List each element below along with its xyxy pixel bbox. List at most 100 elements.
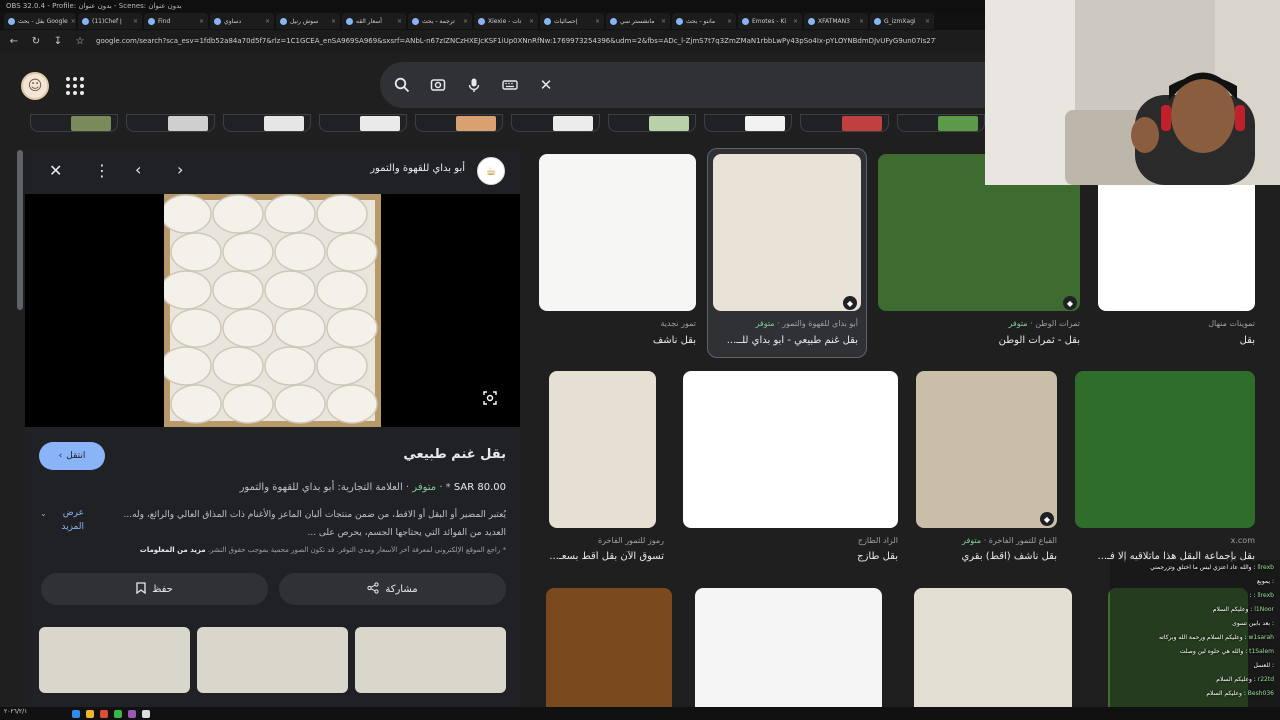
tab-favicon-icon [742, 17, 749, 25]
result-title[interactable]: بقل طازج [857, 551, 898, 562]
close-tab-icon[interactable]: × [595, 18, 600, 25]
browser-tab[interactable]: Emotes - Ki × [738, 13, 802, 29]
taskbar-app-icon[interactable] [128, 709, 136, 718]
close-preview-icon[interactable]: ✕ [49, 161, 62, 180]
microphone-icon[interactable] [466, 77, 482, 93]
taskbar-app-icon[interactable] [86, 709, 94, 718]
browser-tab[interactable]: مانشستر سي × [606, 13, 670, 29]
clear-search-icon[interactable]: ✕ [538, 76, 554, 94]
close-tab-icon[interactable]: × [71, 18, 76, 25]
related-chip[interactable] [511, 114, 600, 132]
close-tab-icon[interactable]: × [925, 18, 930, 25]
taskbar-app-icon[interactable] [114, 709, 122, 718]
reload-icon[interactable]: ↻ [30, 36, 42, 47]
result-image[interactable] [549, 371, 656, 528]
search-box[interactable]: ✕ [380, 62, 985, 108]
browser-tab[interactable]: سوش رنيل × [276, 13, 340, 29]
result-image[interactable] [683, 371, 898, 528]
close-tab-icon[interactable]: × [199, 18, 204, 25]
result-image[interactable] [916, 371, 1057, 528]
result-title[interactable]: بقل ناشف [653, 335, 696, 346]
related-chip[interactable] [222, 114, 311, 132]
site-favicon[interactable]: ☕ [477, 157, 505, 185]
result-image[interactable] [695, 588, 882, 720]
keyboard-icon[interactable] [502, 77, 518, 93]
result-stock: متوفر [1008, 319, 1028, 328]
download-icon[interactable]: ↧ [52, 36, 64, 47]
close-tab-icon[interactable]: × [661, 18, 666, 25]
result-source[interactable]: تموينات منهال [1208, 319, 1255, 328]
result-title[interactable]: بقل غنم طبيعي - أبو بداي للــ... [727, 335, 858, 346]
close-tab-icon[interactable]: × [133, 18, 138, 25]
result-source[interactable]: تمرات الوطن · متوفر [1008, 319, 1080, 328]
next-result-icon[interactable]: › [177, 160, 183, 179]
result-image[interactable] [546, 588, 672, 720]
result-source[interactable]: تمور نجدية [661, 319, 697, 328]
previous-result-icon[interactable]: ‹ [135, 160, 141, 179]
save-button[interactable]: حفظ [41, 573, 268, 605]
bookmark-icon[interactable]: ☆ [74, 36, 86, 47]
visual-search-icon[interactable] [480, 388, 500, 408]
browser-tab[interactable]: دساوي × [210, 13, 274, 29]
taskbar-app-icon[interactable] [100, 709, 108, 718]
related-thumbnail[interactable] [355, 627, 506, 693]
related-chip[interactable] [318, 114, 408, 132]
site-name[interactable]: أبو بداي للقهوة والتمور [370, 163, 465, 174]
related-chip[interactable] [704, 114, 793, 132]
result-title[interactable]: بقل [1240, 335, 1255, 346]
related-thumbnail[interactable] [197, 627, 348, 693]
apps-grid-icon[interactable] [64, 75, 84, 95]
result-source[interactable]: أبو بداي للقهوة والتمور · متوفر [755, 319, 858, 328]
related-chip[interactable] [607, 114, 697, 132]
browser-tab[interactable]: إحصائيات × [540, 13, 604, 29]
result-source[interactable]: رموز للتمور الفاخرة [598, 536, 664, 545]
browser-tab[interactable]: XFATMAN3 × [804, 13, 868, 29]
taskbar-app-icon[interactable] [72, 709, 80, 718]
address-bar[interactable]: google.com/search?sca_esv=1fdb52a84a70d5… [96, 37, 936, 45]
browser-tab[interactable]: Xiexie - تات × [474, 13, 538, 29]
share-button[interactable]: مشاركة [279, 573, 506, 605]
related-chip[interactable] [415, 114, 504, 132]
close-tab-icon[interactable]: × [793, 18, 798, 25]
browser-tab[interactable]: ماننو - بحث × [672, 13, 736, 29]
account-avatar[interactable]: ☺ [21, 72, 49, 100]
close-tab-icon[interactable]: × [331, 18, 336, 25]
result-source[interactable]: الزاد الطازج [858, 536, 898, 545]
close-tab-icon[interactable]: × [265, 18, 270, 25]
lens-icon[interactable] [430, 77, 446, 93]
related-chip[interactable] [896, 114, 985, 132]
result-image[interactable] [539, 154, 696, 311]
back-icon[interactable]: ← [8, 36, 20, 47]
taskbar-app-icon[interactable] [142, 709, 150, 718]
more-info-link[interactable]: مزيد من المعلومات [140, 546, 206, 554]
close-tab-icon[interactable]: × [727, 18, 732, 25]
close-tab-icon[interactable]: × [859, 18, 864, 25]
browser-tab[interactable]: Find × [144, 13, 208, 29]
result-title[interactable]: بقل ناشف (اقط) بقري [961, 551, 1057, 562]
close-tab-icon[interactable]: × [463, 18, 468, 25]
browser-tab[interactable]: أسعار القه × [342, 13, 406, 29]
related-thumbnail[interactable] [39, 627, 190, 693]
browser-tab[interactable]: بقل - بحث Google × [4, 13, 76, 29]
browser-tab[interactable]: G_izmXagi × [870, 13, 934, 29]
visit-button[interactable]: ‹ انتقل [39, 442, 105, 470]
result-source[interactable]: x.com [1231, 536, 1255, 545]
browser-tab[interactable]: ترجمة - بحث × [408, 13, 472, 29]
search-icon[interactable] [394, 77, 410, 93]
browser-tab[interactable]: (11)Chef إ × [78, 13, 142, 29]
related-chip[interactable] [126, 114, 215, 132]
result-image[interactable] [914, 588, 1072, 720]
page-scrollbar[interactable] [17, 150, 23, 310]
expand-chevron-icon[interactable]: ⌄ [40, 509, 47, 518]
preview-image[interactable] [164, 194, 381, 427]
more-options-icon[interactable]: ⋮ [94, 161, 110, 180]
result-source[interactable]: القباع للتمور الفاخرة · متوفر [962, 536, 1057, 545]
result-image[interactable] [713, 154, 861, 311]
close-tab-icon[interactable]: × [529, 18, 534, 25]
result-title[interactable]: بقل - ثمرات الوطن [999, 335, 1080, 346]
close-tab-icon[interactable]: × [397, 18, 402, 25]
result-title[interactable]: تسوق الآن بقل أقط بسعـ... [549, 551, 664, 562]
related-chip[interactable] [800, 114, 889, 132]
result-image[interactable] [1075, 371, 1255, 528]
related-chip[interactable] [30, 114, 119, 132]
